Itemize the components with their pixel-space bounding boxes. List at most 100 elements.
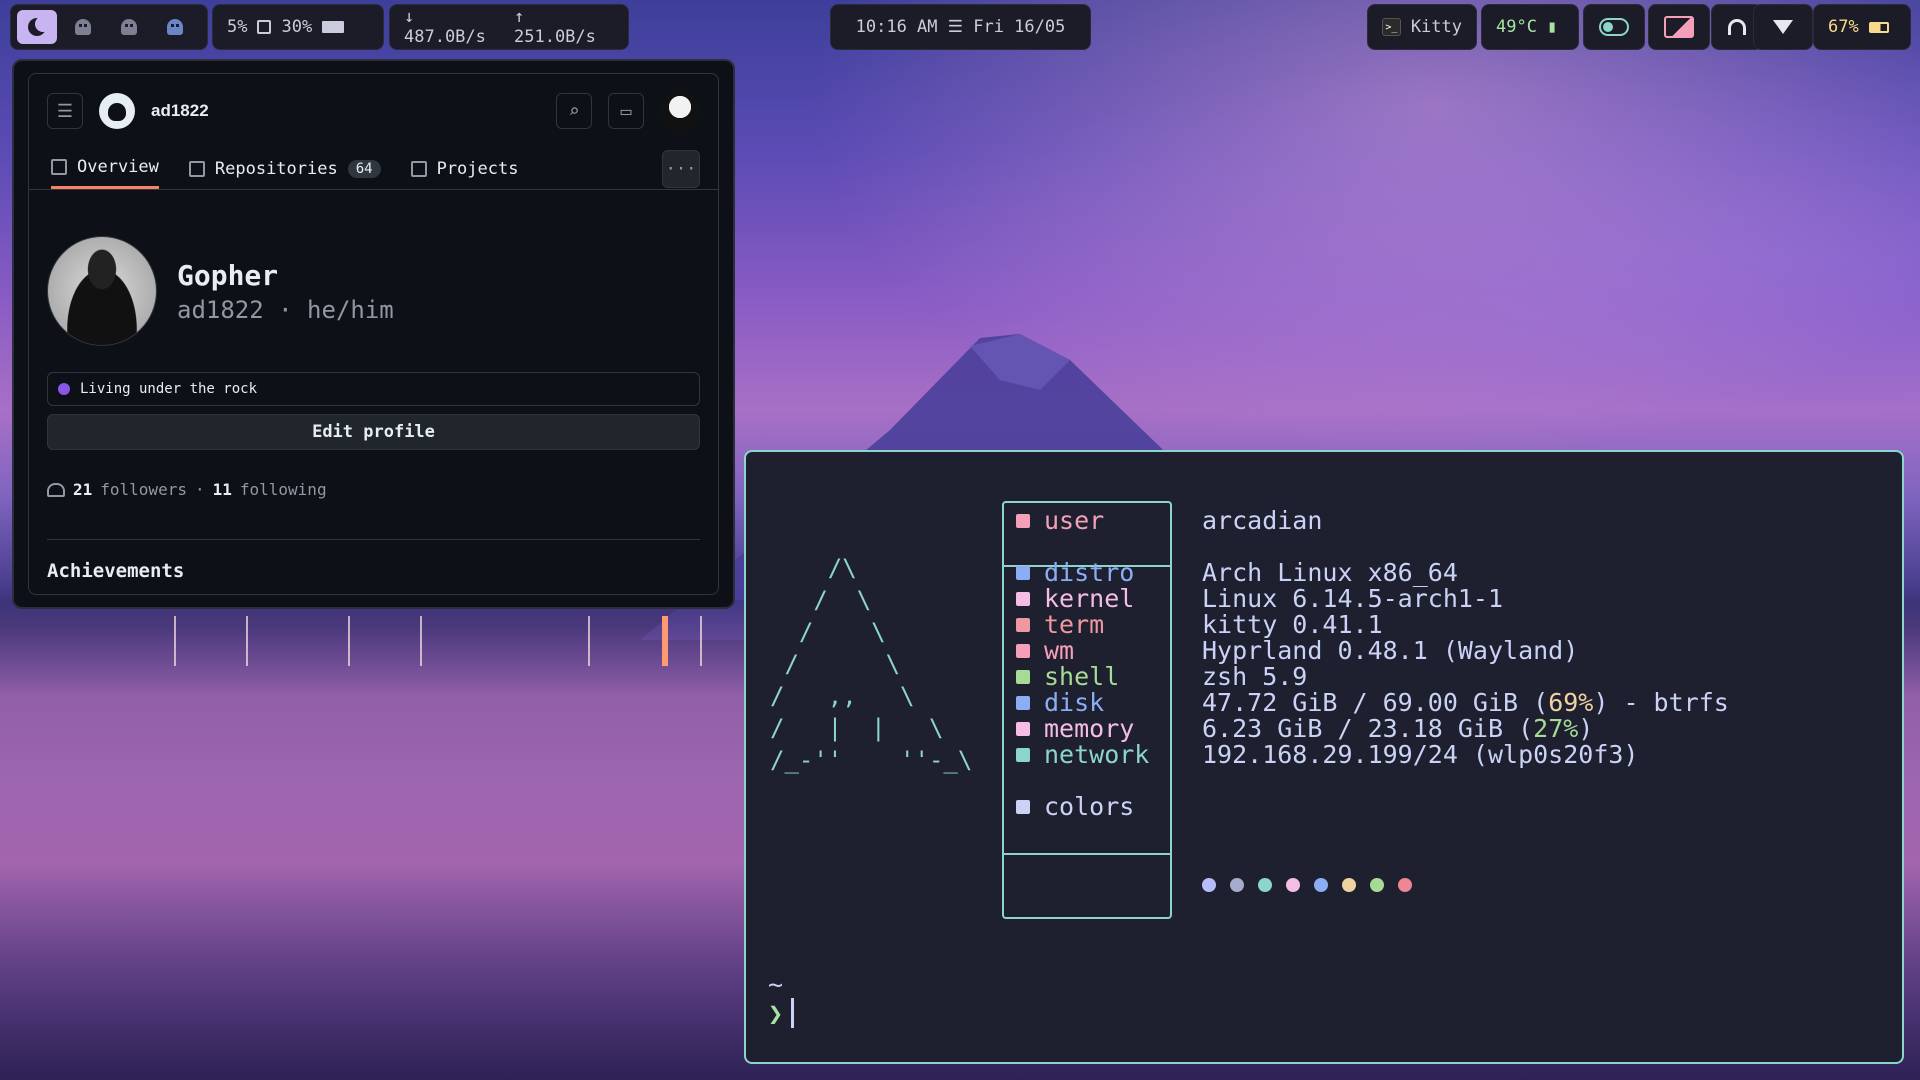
temperature[interactable]: 49°C ▮ <box>1481 4 1579 50</box>
kitty-icon: >_ <box>1382 18 1401 36</box>
status-emoji-icon <box>58 383 70 395</box>
palette-dot <box>1286 878 1300 892</box>
github-window: ☰ ad1822 ⌕ ▭ Overview Repositories 64 Pr… <box>12 59 735 609</box>
palette-dot <box>1202 878 1216 892</box>
status-message[interactable]: Living under the rock <box>47 372 700 406</box>
wallpaper-button[interactable] <box>1648 4 1710 50</box>
workspace-1-button[interactable] <box>17 10 57 44</box>
info-key-label: wm <box>1044 636 1075 665</box>
moon-icon <box>28 16 51 36</box>
network-speed[interactable]: ↓ 487.0B/s ↑ 251.0B/s <box>389 4 629 50</box>
profile-tabs: Overview Repositories 64 Projects ··· <box>29 148 718 190</box>
active-window-title: Kitty <box>1410 17 1462 37</box>
palette-dot <box>1258 878 1272 892</box>
inbox-button[interactable]: ▭ <box>608 93 644 129</box>
upload-speed: ↑ 251.0B/s <box>514 7 596 47</box>
github-page: ☰ ad1822 ⌕ ▭ Overview Repositories 64 Pr… <box>28 73 719 595</box>
idle-inhibitor-toggle[interactable] <box>1583 4 1645 50</box>
avatar[interactable] <box>660 91 700 131</box>
repo-icon <box>188 160 205 177</box>
shell-icon <box>1016 669 1030 684</box>
memory-icon <box>322 21 345 33</box>
distro-icon <box>1016 565 1030 580</box>
workspace-2-button[interactable] <box>63 10 103 44</box>
menu-button[interactable]: ☰ <box>47 93 83 129</box>
light-reflection <box>246 616 248 666</box>
following-count[interactable]: 11 <box>213 480 232 499</box>
wifi-button[interactable] <box>1753 4 1813 50</box>
clock-text: 10:16 AM ☰ Fri 16/05 <box>855 17 1066 37</box>
value-percent: 69% <box>1548 688 1594 717</box>
tab-overview[interactable]: Overview <box>51 148 159 189</box>
info-value-term: kitty 0.41.1 <box>1202 610 1383 639</box>
ghost-icon <box>75 19 91 35</box>
workspace-4-button[interactable] <box>155 10 195 44</box>
palette-dot <box>1230 878 1244 892</box>
tab-projects[interactable]: Projects <box>410 148 519 189</box>
light-reflection <box>700 616 702 666</box>
arch-logo-ascii: /\ / \ / \ / \ / ,, \ / | | \ /_-'' ''-_… <box>770 554 973 774</box>
info-key-memory: memory <box>1016 714 1134 743</box>
light-reflection <box>662 616 668 666</box>
followers-count[interactable]: 21 <box>73 480 92 499</box>
image-icon <box>1664 16 1694 38</box>
clock[interactable]: 10:16 AM ☰ Fri 16/05 <box>830 4 1091 50</box>
info-key-label: disk <box>1044 688 1105 717</box>
info-key-shell: shell <box>1016 662 1119 691</box>
system-usage[interactable]: 5% 30% <box>212 4 384 50</box>
wm-icon <box>1016 643 1030 658</box>
info-key-label: distro <box>1044 558 1135 587</box>
edit-profile-button[interactable]: Edit profile <box>47 414 700 450</box>
cpu-icon <box>257 20 272 34</box>
disk-icon <box>1016 695 1030 710</box>
ghost-icon <box>167 19 183 35</box>
follow-stats: 21 followers · 11 following <box>47 480 700 499</box>
toggle-icon <box>1599 18 1629 36</box>
network-icon <box>1016 747 1030 762</box>
prompt-line[interactable]: ❯ <box>768 998 795 1028</box>
info-value-distro: Arch Linux x86_64 <box>1202 558 1458 587</box>
people-icon <box>47 482 65 497</box>
profile-avatar[interactable] <box>47 236 157 346</box>
tab-repositories[interactable]: Repositories 64 <box>188 148 381 189</box>
info-value-kernel: Linux 6.14.5-arch1-1 <box>1202 584 1504 613</box>
divider <box>47 539 700 540</box>
achievements-heading: Achievements <box>47 560 185 582</box>
hamburger-icon: ☰ <box>56 100 74 122</box>
info-value-memory: 6.23 GiB / 23.18 GiB (27%) <box>1202 714 1593 743</box>
info-key-colors: colors <box>1016 792 1134 821</box>
info-key-label: memory <box>1044 714 1135 743</box>
search-button[interactable]: ⌕ <box>556 93 592 129</box>
value-part: ) <box>1578 714 1594 743</box>
info-value-network: 192.168.29.199/24 (wlp0s20f3) <box>1202 740 1639 769</box>
more-tabs-button[interactable]: ··· <box>662 150 700 188</box>
tab-label: Projects <box>436 158 519 179</box>
light-reflection <box>174 616 176 666</box>
ellipsis-icon: ··· <box>665 159 697 179</box>
battery[interactable]: 67% <box>1813 4 1911 50</box>
memory-icon <box>1016 721 1030 736</box>
info-key-label: kernel <box>1044 584 1135 613</box>
info-key-disk: disk <box>1016 688 1104 717</box>
table-icon <box>410 160 427 177</box>
color-palette <box>1202 878 1412 892</box>
search-icon: ⌕ <box>568 100 580 122</box>
following-label[interactable]: following <box>240 480 327 499</box>
inbox-icon: ▭ <box>620 100 632 122</box>
info-key-label: colors <box>1044 792 1135 821</box>
light-reflection <box>588 616 590 666</box>
header-username[interactable]: ad1822 <box>151 101 209 121</box>
palette-dot <box>1398 878 1412 892</box>
info-key-kernel: kernel <box>1016 584 1134 613</box>
terminal-window[interactable]: /\ / \ / \ / \ / ,, \ / | | \ /_-'' ''-_… <box>744 450 1904 1064</box>
divider <box>1004 853 1170 855</box>
active-window[interactable]: >_ Kitty <box>1367 4 1477 50</box>
light-reflection <box>420 616 422 666</box>
thermometer-icon: ▮ <box>1546 17 1558 37</box>
info-value-wm: Hyprland 0.48.1 (Wayland) <box>1202 636 1579 665</box>
battery-icon <box>1868 21 1889 33</box>
repo-count-badge: 64 <box>347 159 381 178</box>
workspace-3-button[interactable] <box>109 10 149 44</box>
github-logo-icon[interactable] <box>99 93 135 129</box>
followers-label[interactable]: followers <box>100 480 187 499</box>
